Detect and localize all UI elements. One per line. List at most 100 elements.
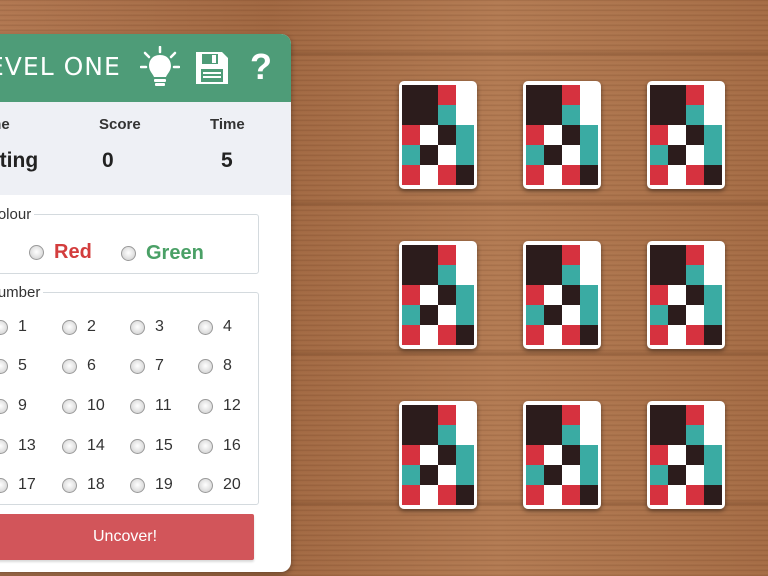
radio-number[interactable] bbox=[198, 319, 213, 335]
floppy-disk-icon[interactable] bbox=[194, 50, 230, 90]
number-label: 17 bbox=[18, 476, 36, 493]
number-label: 7 bbox=[155, 357, 164, 374]
number-option-9[interactable]: 9 bbox=[0, 397, 27, 415]
colour-green-label: Green bbox=[146, 242, 204, 264]
number-option-1[interactable]: 1 bbox=[0, 318, 27, 336]
number-label: 2 bbox=[87, 318, 96, 335]
face-down-card[interactable] bbox=[399, 241, 477, 349]
card-back-pattern bbox=[650, 85, 722, 185]
radio-number[interactable] bbox=[62, 477, 77, 493]
number-legend: Number bbox=[0, 284, 41, 301]
number-option-10[interactable]: 10 bbox=[62, 397, 105, 415]
number-label: 13 bbox=[18, 437, 36, 454]
radio-number[interactable] bbox=[0, 438, 8, 454]
card-back-pattern bbox=[402, 85, 474, 185]
number-option-20[interactable]: 20 bbox=[198, 476, 241, 494]
question-mark-icon[interactable]: ? bbox=[250, 46, 272, 88]
number-option-18[interactable]: 18 bbox=[62, 476, 105, 494]
radio-number[interactable] bbox=[130, 438, 145, 454]
level-title: EVEL ONE bbox=[0, 52, 121, 81]
number-label: 4 bbox=[223, 318, 232, 335]
number-option-12[interactable]: 12 bbox=[198, 397, 241, 415]
radio-number[interactable] bbox=[130, 398, 145, 414]
card-back-pattern bbox=[650, 405, 722, 505]
number-label: 15 bbox=[155, 437, 173, 454]
radio-number[interactable] bbox=[198, 398, 213, 414]
colour-red-label: Red bbox=[54, 241, 92, 263]
number-option-6[interactable]: 6 bbox=[62, 357, 96, 375]
number-option-16[interactable]: 16 bbox=[198, 437, 241, 455]
radio-number[interactable] bbox=[62, 398, 77, 414]
number-option-14[interactable]: 14 bbox=[62, 437, 105, 455]
card-back-pattern bbox=[526, 85, 598, 185]
number-label: 12 bbox=[223, 397, 241, 414]
face-down-card[interactable] bbox=[399, 401, 477, 509]
radio-number[interactable] bbox=[198, 477, 213, 493]
face-down-card[interactable] bbox=[523, 401, 601, 509]
face-down-card[interactable] bbox=[647, 81, 725, 189]
number-label: 6 bbox=[87, 357, 96, 374]
colour-option-green[interactable]: Green bbox=[121, 242, 204, 265]
card-back-pattern bbox=[650, 245, 722, 345]
radio-green[interactable] bbox=[121, 246, 136, 261]
stats-bar: me Score Time sting 0 5 bbox=[0, 102, 291, 195]
number-option-5[interactable]: 5 bbox=[0, 357, 27, 375]
face-down-card[interactable] bbox=[647, 401, 725, 509]
colour-option-red[interactable]: Red bbox=[29, 241, 92, 264]
number-option-17[interactable]: 17 bbox=[0, 476, 36, 494]
number-label: 16 bbox=[223, 437, 241, 454]
number-option-11[interactable]: 11 bbox=[130, 397, 172, 415]
radio-number[interactable] bbox=[130, 319, 145, 335]
number-label: 8 bbox=[223, 357, 232, 374]
radio-number[interactable] bbox=[62, 358, 77, 374]
face-down-card[interactable] bbox=[647, 241, 725, 349]
colour-legend: Colour bbox=[0, 206, 32, 223]
time-label: Time bbox=[210, 116, 245, 133]
radio-number[interactable] bbox=[198, 438, 213, 454]
panel-header: EVEL ONE ? bbox=[0, 34, 291, 102]
radio-number[interactable] bbox=[130, 477, 145, 493]
number-label: 3 bbox=[155, 318, 164, 335]
score-label: Score bbox=[99, 116, 141, 133]
number-label: 18 bbox=[87, 476, 105, 493]
number-label: 1 bbox=[18, 318, 27, 335]
number-label: 9 bbox=[18, 397, 27, 414]
card-back-pattern bbox=[402, 245, 474, 345]
face-down-card[interactable] bbox=[523, 241, 601, 349]
time-value: 5 bbox=[221, 149, 233, 172]
number-fieldset: Number 1234567891011121314151617181920 bbox=[0, 284, 259, 505]
number-option-7[interactable]: 7 bbox=[130, 357, 164, 375]
card-back-pattern bbox=[526, 405, 598, 505]
radio-number[interactable] bbox=[0, 319, 8, 335]
radio-number[interactable] bbox=[62, 438, 77, 454]
card-back-pattern bbox=[402, 405, 474, 505]
number-option-2[interactable]: 2 bbox=[62, 318, 96, 336]
face-down-card[interactable] bbox=[523, 81, 601, 189]
radio-number[interactable] bbox=[62, 319, 77, 335]
name-value: sting bbox=[0, 149, 39, 172]
number-option-3[interactable]: 3 bbox=[130, 318, 164, 336]
name-label: me bbox=[0, 116, 10, 133]
number-option-19[interactable]: 19 bbox=[130, 476, 173, 494]
radio-red[interactable] bbox=[29, 245, 44, 260]
score-value: 0 bbox=[102, 149, 114, 172]
number-option-8[interactable]: 8 bbox=[198, 357, 232, 375]
number-option-15[interactable]: 15 bbox=[130, 437, 173, 455]
radio-number[interactable] bbox=[198, 358, 213, 374]
face-down-card[interactable] bbox=[399, 81, 477, 189]
uncover-button[interactable]: Uncover! bbox=[0, 514, 254, 560]
number-option-4[interactable]: 4 bbox=[198, 318, 232, 336]
number-label: 5 bbox=[18, 357, 27, 374]
radio-number[interactable] bbox=[130, 358, 145, 374]
colour-fieldset: Colour Red Green bbox=[0, 206, 259, 274]
radio-number[interactable] bbox=[0, 358, 8, 374]
number-label: 14 bbox=[87, 437, 105, 454]
number-label: 11 bbox=[155, 397, 172, 414]
lightbulb-icon[interactable] bbox=[139, 45, 181, 94]
number-option-13[interactable]: 13 bbox=[0, 437, 36, 455]
radio-number[interactable] bbox=[0, 398, 8, 414]
radio-number[interactable] bbox=[0, 477, 8, 493]
card-back-pattern bbox=[526, 245, 598, 345]
number-label: 19 bbox=[155, 476, 173, 493]
number-label: 10 bbox=[87, 397, 105, 414]
